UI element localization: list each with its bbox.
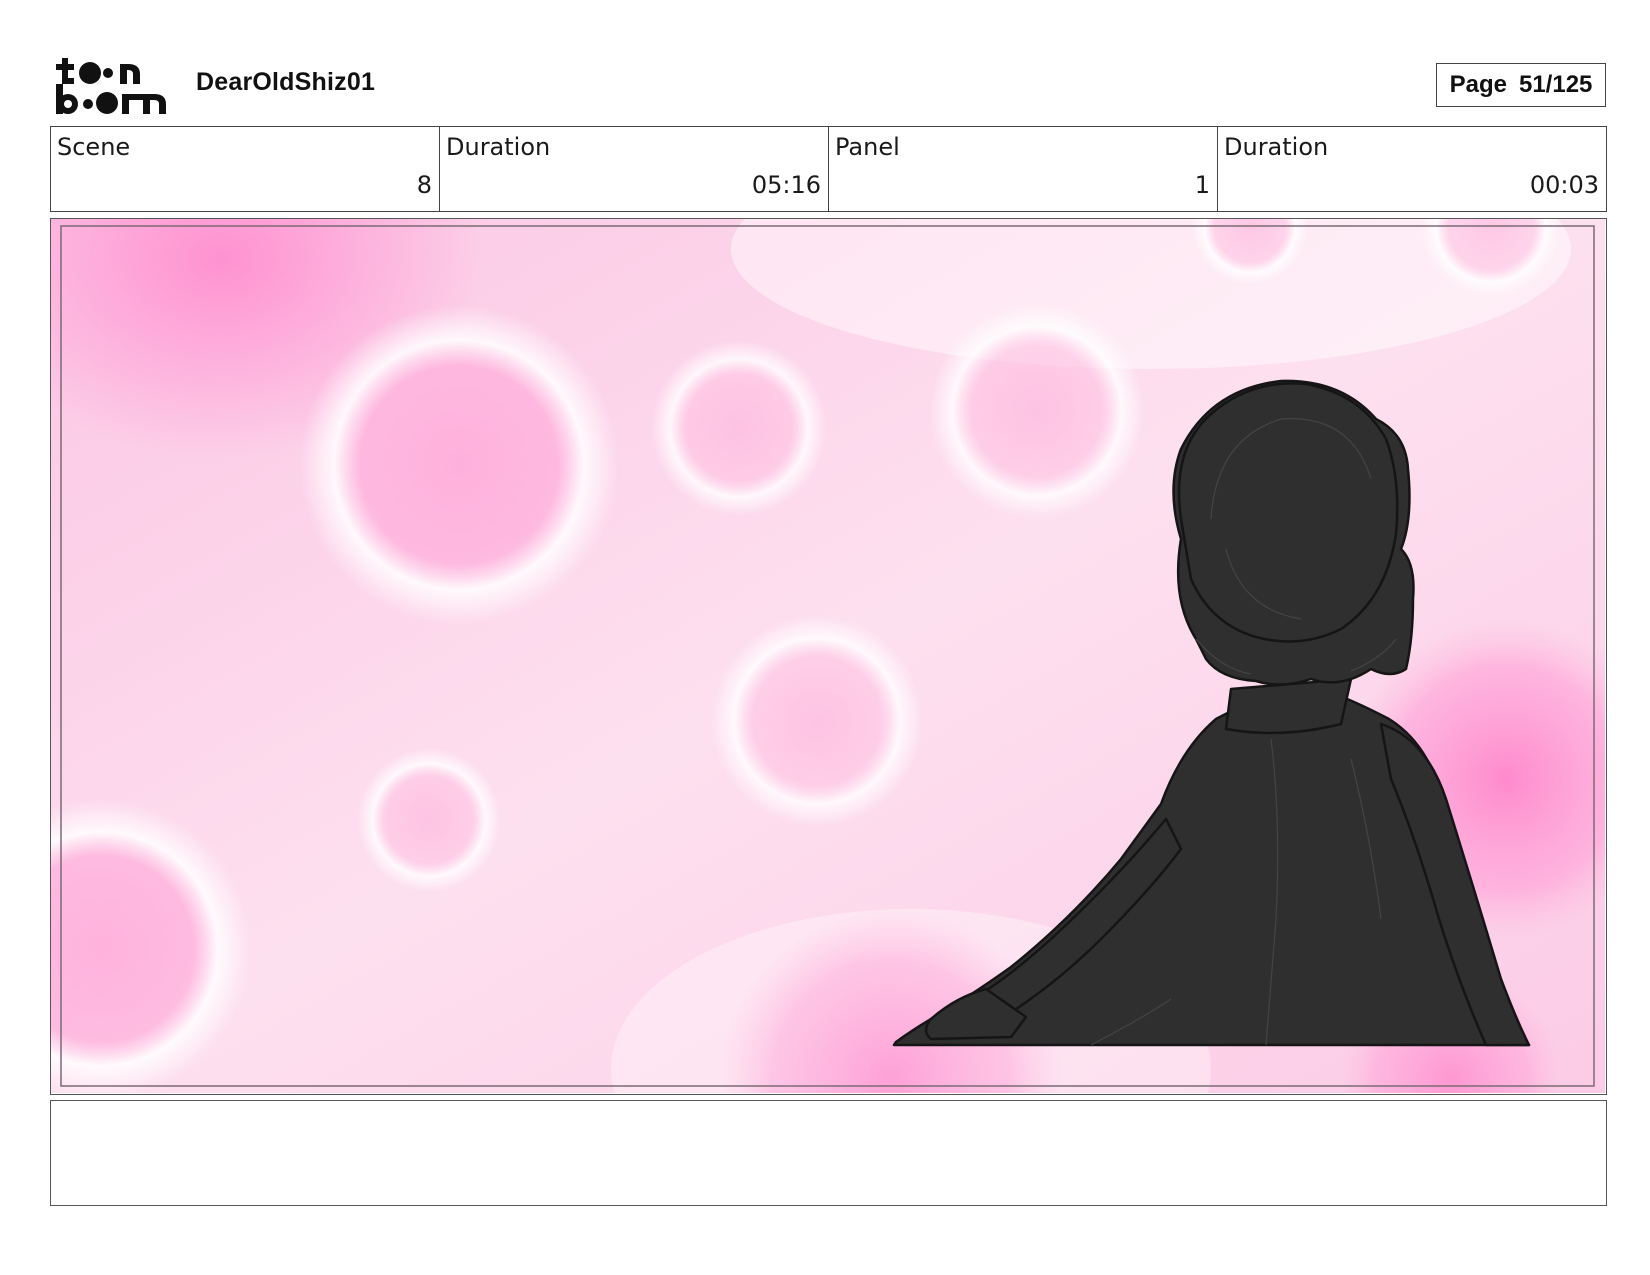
- toon-boom-logo: [56, 58, 166, 114]
- panel-cell: Panel 1: [829, 127, 1218, 211]
- bokeh-circle: [357, 748, 501, 892]
- bokeh-circle: [929, 303, 1145, 519]
- panel-duration-value: 00:03: [1529, 171, 1599, 199]
- panel-duration-cell: Duration 00:03: [1218, 127, 1606, 211]
- panel-illustration: [51, 219, 1605, 1093]
- page-number: 51/125: [1518, 71, 1593, 98]
- scene-cell: Scene 8: [51, 127, 440, 211]
- panel-duration-label: Duration: [1224, 133, 1329, 161]
- scene-info-table: Scene 8 Duration 05:16 Panel 1 Duration …: [50, 126, 1607, 212]
- scene-value: 8: [416, 171, 432, 199]
- panel-notes: [50, 1100, 1607, 1206]
- scene-label: Scene: [57, 133, 131, 161]
- page-indicator: Page 51/125: [1436, 63, 1606, 107]
- bokeh-circle: [651, 340, 827, 516]
- scene-duration-cell: Duration 05:16: [440, 127, 829, 211]
- scene-duration-value: 05:16: [751, 171, 821, 199]
- storyboard-panel: [50, 218, 1607, 1095]
- panel-label: Panel: [835, 133, 900, 161]
- page-label: Page: [1449, 71, 1507, 98]
- scene-duration-label: Duration: [446, 133, 551, 161]
- project-title: DearOldShiz01: [196, 68, 376, 96]
- panel-value: 1: [1194, 171, 1210, 199]
- bokeh-circle: [299, 305, 619, 625]
- bokeh-circle: [711, 615, 923, 827]
